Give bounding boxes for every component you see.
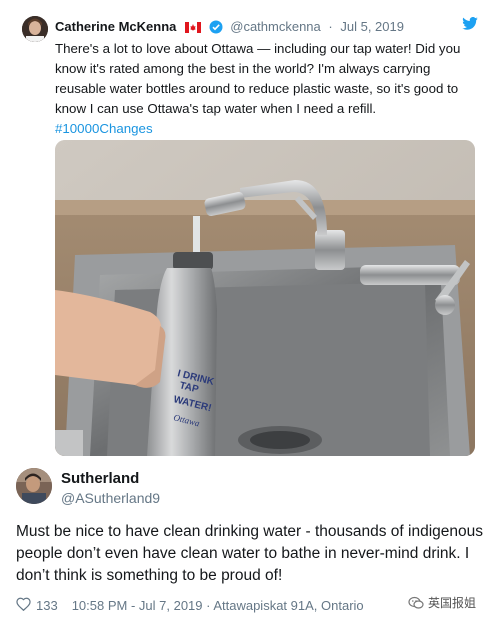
like-count: 133 [36, 598, 58, 613]
reply-timestamp[interactable]: 10:58 PM - Jul 7, 2019 · Attawapiskat 91… [72, 598, 364, 613]
author-name[interactable]: Catherine McKenna [55, 19, 176, 34]
reply-footer: 133 10:58 PM - Jul 7, 2019 · Attawapiska… [16, 597, 364, 614]
canada-flag-icon [185, 21, 201, 36]
hashtag-link[interactable]: #10000Changes [55, 121, 153, 136]
twitter-bird-icon[interactable] [462, 17, 478, 35]
avatar-image [22, 16, 48, 42]
tweet-date[interactable]: Jul 5, 2019 [340, 19, 404, 34]
author-avatar[interactable] [22, 16, 48, 42]
watermark-text: 英国报姐 [427, 596, 476, 610]
tweet-photo[interactable]: I DRINK TAP WATER! Ottawa [55, 140, 475, 456]
watermark: 英国报姐 [408, 594, 476, 611]
tweet-body: There's a lot to love about Ottawa — inc… [55, 41, 461, 116]
reply-avatar-image [16, 468, 52, 504]
reply-avatar[interactable] [16, 468, 52, 504]
tweet-text: There's a lot to love about Ottawa — inc… [55, 39, 480, 139]
wechat-icon [408, 596, 424, 609]
separator-dot: · [328, 19, 333, 34]
sink-photo-illustration: I DRINK TAP WATER! Ottawa [55, 140, 475, 456]
reply-author-name[interactable]: Sutherland [61, 470, 139, 487]
author-handle[interactable]: @cathmckenna [230, 19, 321, 34]
heart-icon[interactable] [16, 597, 31, 614]
reply-text: Must be nice to have clean drinking wate… [16, 523, 484, 584]
reply-author-handle[interactable]: @ASutherland9 [61, 490, 160, 506]
tweet-header: Catherine McKenna @cathmckenna · Jul 5, … [55, 19, 404, 37]
original-tweet[interactable]: Catherine McKenna @cathmckenna · Jul 5, … [22, 8, 482, 463]
verified-badge-icon [209, 20, 223, 37]
